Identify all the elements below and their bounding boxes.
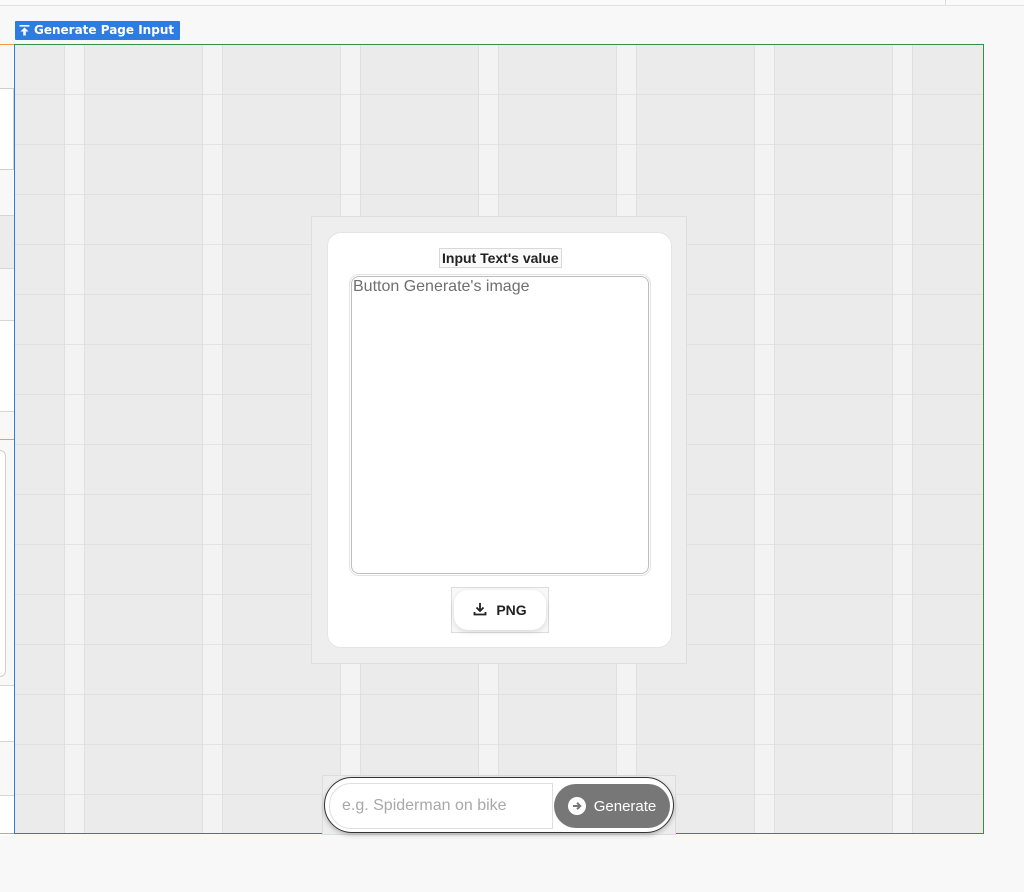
page-tag-label: Generate Page Input (34, 23, 175, 37)
offscreen-panel (0, 88, 14, 170)
offscreen-panel (0, 795, 14, 836)
card-container: Input Text's value Button Generate's ima… (311, 216, 687, 664)
generate-button-label: Generate (593, 797, 657, 815)
offscreen-panel (0, 450, 6, 677)
offscreen-panel (0, 320, 14, 412)
prompt-input[interactable] (329, 783, 553, 829)
offscreen-panel (0, 685, 14, 742)
download-button-label: PNG (496, 602, 527, 618)
generator-container: Generate (322, 775, 676, 835)
edge-marker (0, 44, 14, 45)
result-card: Input Text's value Button Generate's ima… (327, 232, 672, 648)
top-toolbar-strip (0, 0, 1024, 6)
generator-bar: Generate (324, 777, 674, 833)
card-title[interactable]: Input Text's value (439, 248, 562, 268)
arrow-right-circle-icon (567, 797, 586, 815)
download-button-container: PNG (451, 587, 549, 633)
download-icon (473, 602, 487, 619)
toolbar-divider (945, 0, 946, 5)
offscreen-panel (0, 215, 14, 269)
generated-image[interactable]: Button Generate's image (349, 274, 651, 576)
page-tag[interactable]: Generate Page Input (15, 21, 181, 40)
upload-arrow-icon (19, 25, 30, 36)
generate-button[interactable]: Generate (554, 784, 670, 828)
edge-marker (0, 439, 14, 440)
edge-marker (0, 833, 14, 834)
image-alt-text: Button Generate's image (353, 278, 530, 295)
download-png-button[interactable]: PNG (454, 590, 546, 630)
